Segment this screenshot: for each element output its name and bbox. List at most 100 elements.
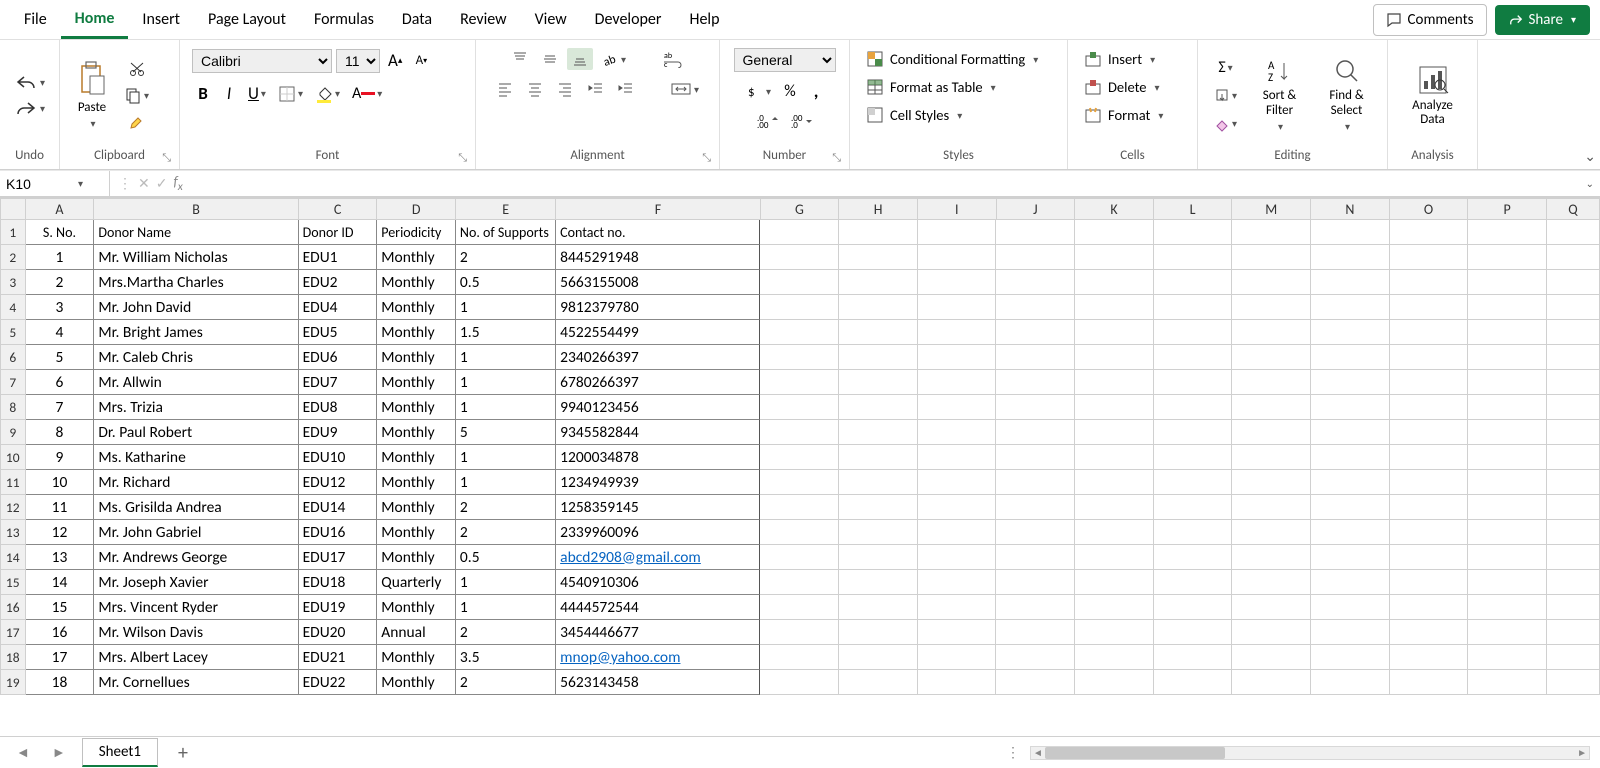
cell[interactable]: Monthly (377, 295, 456, 320)
cell[interactable] (918, 270, 997, 295)
cell[interactable]: 1 (26, 245, 95, 270)
undo-button[interactable]: ▾ (10, 71, 49, 93)
cell[interactable] (760, 570, 839, 595)
accounting-format-button[interactable]: $▾ (742, 80, 775, 102)
cell[interactable] (1232, 345, 1311, 370)
cell[interactable]: Mr. Richard (94, 470, 298, 495)
ribbon-collapse-icon[interactable]: ⌄ (1584, 148, 1596, 165)
cell[interactable] (1311, 620, 1390, 645)
cell[interactable]: Annual (377, 620, 456, 645)
cell[interactable] (1154, 420, 1233, 445)
cell[interactable]: abcd2908@gmail.com (556, 545, 760, 570)
cell[interactable]: 0.5 (456, 545, 556, 570)
cell[interactable] (1075, 245, 1154, 270)
cell[interactable] (1547, 645, 1600, 670)
cell[interactable] (918, 395, 997, 420)
cancel-formula-icon[interactable]: ✕ (138, 175, 150, 192)
cell[interactable] (918, 595, 997, 620)
cell[interactable] (1468, 570, 1547, 595)
cell[interactable] (1390, 520, 1469, 545)
cell[interactable] (918, 420, 997, 445)
insert-cells-button[interactable]: Insert ▾ (1080, 48, 1159, 70)
cell[interactable]: Monthly (377, 345, 456, 370)
clipboard-launcher-icon[interactable]: ⤡ (162, 151, 171, 165)
cell[interactable]: Dr. Paul Robert (94, 420, 298, 445)
delete-cells-button[interactable]: Delete ▾ (1080, 76, 1164, 98)
cell[interactable] (760, 370, 839, 395)
cell[interactable] (918, 470, 997, 495)
cell[interactable]: 6 (26, 370, 95, 395)
sheet-nav-prev[interactable]: ◄ (10, 744, 36, 761)
cell[interactable] (1468, 670, 1547, 695)
cell[interactable] (1547, 470, 1600, 495)
cell[interactable]: Monthly (377, 245, 456, 270)
cell[interactable] (1075, 220, 1154, 245)
cell[interactable] (996, 495, 1075, 520)
cell[interactable] (839, 520, 918, 545)
cell[interactable] (1154, 670, 1233, 695)
cell[interactable]: 9812379780 (556, 295, 760, 320)
cell[interactable] (1075, 620, 1154, 645)
cell[interactable]: Donor Name (94, 220, 298, 245)
cell[interactable] (1311, 570, 1390, 595)
cell[interactable] (1468, 420, 1547, 445)
cell[interactable] (918, 220, 997, 245)
cell[interactable] (839, 570, 918, 595)
cell[interactable] (1547, 295, 1600, 320)
cell[interactable] (1154, 295, 1233, 320)
cell[interactable]: EDU4 (299, 295, 378, 320)
scrollbar-thumb[interactable] (1045, 747, 1225, 759)
cell[interactable] (1154, 395, 1233, 420)
cell[interactable] (1154, 370, 1233, 395)
cell[interactable]: 1 (456, 370, 556, 395)
cell[interactable] (1390, 295, 1469, 320)
font-name-select[interactable]: Calibri (192, 49, 332, 73)
row-header[interactable]: 15 (0, 570, 26, 595)
cell[interactable] (760, 220, 839, 245)
cell[interactable] (1232, 245, 1311, 270)
cell[interactable] (1232, 395, 1311, 420)
cell[interactable]: Donor ID (299, 220, 378, 245)
cell[interactable] (1232, 295, 1311, 320)
cell[interactable] (1390, 645, 1469, 670)
cell[interactable] (1311, 220, 1390, 245)
cell[interactable]: 4444572544 (556, 595, 760, 620)
cell[interactable]: 4540910306 (556, 570, 760, 595)
bold-button[interactable]: B (192, 81, 214, 106)
cell[interactable] (1232, 495, 1311, 520)
cell[interactable]: EDU18 (299, 570, 378, 595)
format-cells-button[interactable]: Format▾ (1080, 104, 1167, 126)
row-header[interactable]: 9 (0, 420, 26, 445)
row-header[interactable]: 19 (0, 670, 26, 695)
col-header-Q[interactable]: Q (1547, 198, 1600, 220)
cell[interactable] (1232, 445, 1311, 470)
cell[interactable] (1390, 370, 1469, 395)
cell[interactable]: Mrs. Trizia (94, 395, 298, 420)
row-header[interactable]: 13 (0, 520, 26, 545)
row-header[interactable]: 16 (0, 595, 26, 620)
cell[interactable] (1390, 220, 1469, 245)
cell[interactable] (1154, 345, 1233, 370)
cell[interactable] (760, 620, 839, 645)
cell[interactable]: 12 (26, 520, 95, 545)
sheet-nav-next[interactable]: ► (46, 744, 72, 761)
cell[interactable]: Monthly (377, 520, 456, 545)
cell[interactable] (1075, 270, 1154, 295)
cell[interactable] (918, 645, 997, 670)
borders-button[interactable]: ▾ (274, 83, 307, 105)
cell[interactable] (1468, 445, 1547, 470)
sheet-tab[interactable]: Sheet1 (82, 738, 158, 767)
cell[interactable]: EDU2 (299, 270, 378, 295)
accept-formula-icon[interactable]: ✓ (156, 175, 168, 192)
cell[interactable] (1232, 645, 1311, 670)
cell[interactable]: 1 (456, 295, 556, 320)
fill-color-button[interactable]: ▾ (311, 83, 344, 105)
cell[interactable]: Mr. Andrews George (94, 545, 298, 570)
cell[interactable]: Mr. Joseph Xavier (94, 570, 298, 595)
cell[interactable] (1075, 445, 1154, 470)
hyperlink[interactable]: mnop@yahoo.com (560, 648, 680, 667)
cell[interactable] (1311, 670, 1390, 695)
cell[interactable] (760, 670, 839, 695)
cell[interactable] (760, 320, 839, 345)
cell[interactable] (996, 270, 1075, 295)
